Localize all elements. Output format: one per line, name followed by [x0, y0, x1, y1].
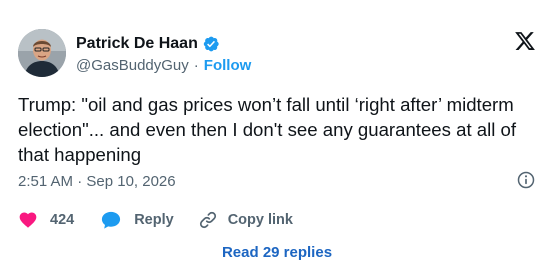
avatar-photo [18, 29, 66, 77]
heart-icon [19, 212, 37, 228]
likes-count: 424 [50, 212, 75, 228]
author-display-name[interactable]: Patrick De Haan [76, 35, 198, 53]
tweet-timestamp[interactable]: 2:51 AM · Sep 10, 2026 [18, 173, 176, 190]
author-name-row: Patrick De Haan [76, 34, 220, 54]
reply-button[interactable]: Reply [100, 210, 174, 230]
tweet-text: Trump: "oil and gas prices won’t fall un… [18, 94, 517, 165]
copy-link-label: Copy link [227, 212, 293, 228]
like-button[interactable]: 424 [18, 210, 74, 230]
tweet-timestamp-row: 2:51 AM · Sep 10, 2026 [18, 171, 176, 191]
info-icon[interactable] [516, 170, 536, 190]
action-bar: 424 Reply Copy link [18, 208, 293, 232]
verified-badge-icon [203, 36, 219, 52]
avatar[interactable] [18, 29, 66, 77]
copy-link-button[interactable]: Copy link [198, 210, 293, 230]
x-logo-icon[interactable] [514, 30, 536, 52]
speech-bubble-icon [102, 211, 121, 229]
author-handle-row: @GasBuddyGuy · Follow [76, 56, 251, 74]
follow-button[interactable]: Follow [204, 57, 252, 74]
link-icon [199, 211, 216, 229]
reply-label: Reply [134, 212, 174, 228]
separator-dot: · [193, 56, 199, 74]
read-replies-link[interactable]: Read 29 replies [0, 244, 554, 261]
author-handle[interactable]: @GasBuddyGuy [76, 57, 189, 74]
tweet-embed-card: Patrick De Haan @GasBuddyGuy · Follow Tr… [0, 0, 554, 266]
